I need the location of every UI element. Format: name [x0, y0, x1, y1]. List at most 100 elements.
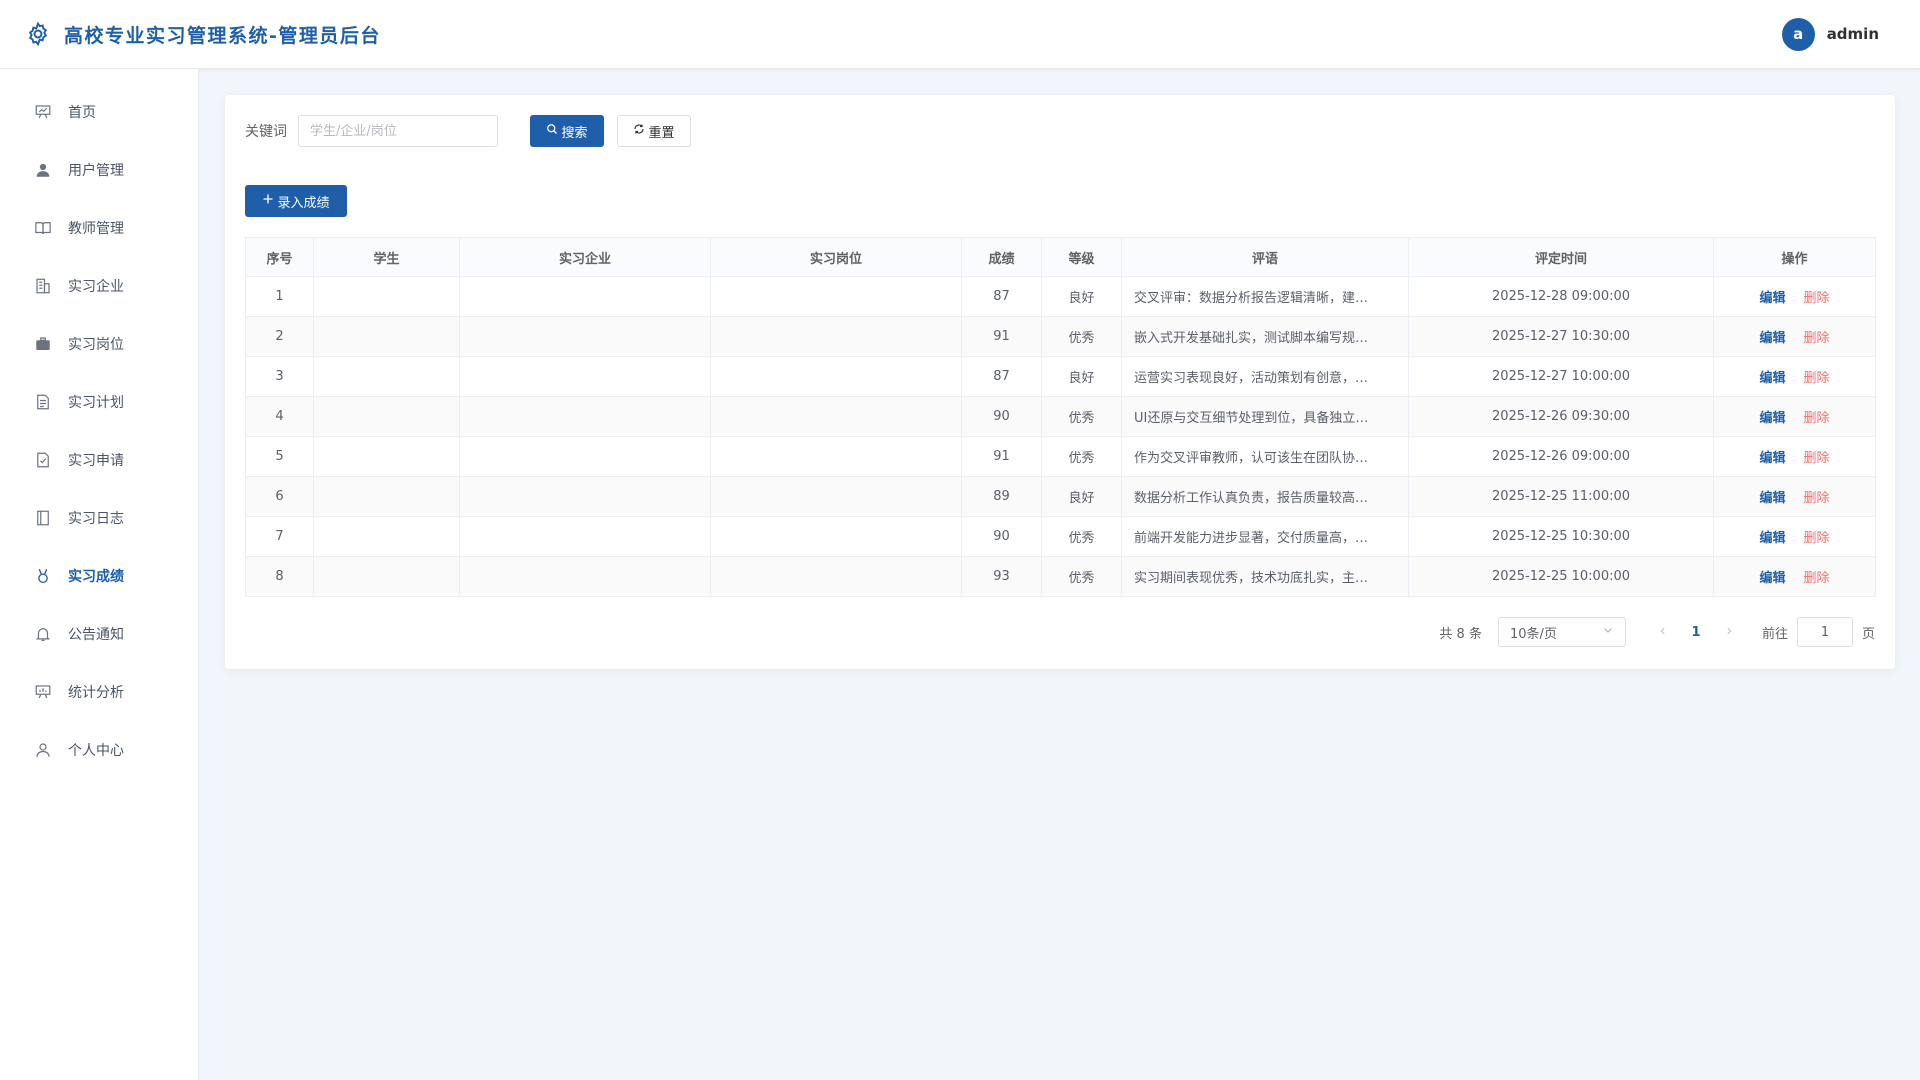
- plus-icon: [262, 193, 274, 209]
- delete-link[interactable]: 删除: [1804, 331, 1830, 346]
- sidebar-item-home[interactable]: 首页: [0, 83, 198, 141]
- checklist-icon: [34, 451, 52, 469]
- delete-link[interactable]: 删除: [1804, 491, 1830, 506]
- book-icon: [34, 219, 52, 237]
- refresh-icon: [633, 123, 645, 139]
- avatar[interactable]: a: [1781, 17, 1815, 51]
- sidebar-item-users[interactable]: 用户管理: [0, 141, 198, 199]
- building-icon: [34, 277, 52, 295]
- document-icon: [34, 393, 52, 411]
- add-score-button[interactable]: 录入成绩: [245, 185, 347, 217]
- cell-company: [459, 436, 711, 477]
- sidebar-item-profile[interactable]: 个人中心: [0, 721, 198, 779]
- column-header: 学生: [313, 237, 460, 277]
- delete-link[interactable]: 删除: [1804, 411, 1830, 426]
- cell-position: [710, 476, 962, 517]
- cell-grade: 良好: [1041, 476, 1122, 517]
- reset-button-label: 重置: [648, 125, 675, 141]
- sidebar-item-companies[interactable]: 实习企业: [0, 257, 198, 315]
- sidebar-item-label: 公告通知: [68, 627, 124, 643]
- edit-link[interactable]: 编辑: [1759, 291, 1785, 306]
- cell-position: [710, 516, 962, 557]
- cell-comment: 前端开发能力进步显著，交付质量高，…: [1121, 516, 1409, 557]
- cell-company: [459, 276, 711, 317]
- sidebar-item-scores[interactable]: 实习成绩: [0, 547, 198, 605]
- edit-link[interactable]: 编辑: [1759, 371, 1785, 386]
- search-button[interactable]: 搜索: [530, 115, 604, 147]
- page-number-current[interactable]: 1: [1678, 625, 1714, 640]
- cell-no: 4: [245, 396, 314, 437]
- cell-comment: 交叉评审：数据分析报告逻辑清晰，建…: [1121, 276, 1409, 317]
- cell-score: 89: [961, 476, 1042, 517]
- app-title: 高校专业实习管理系统-管理员后台: [64, 24, 381, 47]
- prev-page-button[interactable]: [1648, 624, 1678, 640]
- cell-no: 6: [245, 476, 314, 517]
- goto-page-input[interactable]: [1796, 617, 1853, 647]
- cell-actions: 编辑 删除: [1713, 276, 1876, 317]
- sidebar-item-positions[interactable]: 实习岗位: [0, 315, 198, 373]
- delete-link[interactable]: 删除: [1804, 571, 1830, 586]
- cell-student: [313, 276, 460, 317]
- cell-student: [313, 476, 460, 517]
- cell-score: 91: [961, 316, 1042, 357]
- cell-score: 90: [961, 396, 1042, 437]
- edit-link[interactable]: 编辑: [1759, 491, 1785, 506]
- sidebar-item-logs[interactable]: 实习日志: [0, 489, 198, 547]
- cell-time: 2025-12-28 09:00:00: [1408, 276, 1714, 317]
- sidebar-item-applications[interactable]: 实习申请: [0, 431, 198, 489]
- bell-icon: [34, 625, 52, 643]
- delete-link[interactable]: 删除: [1804, 291, 1830, 306]
- keyword-input[interactable]: [298, 115, 498, 147]
- total-count: 共 8 条: [1439, 626, 1482, 642]
- reset-button[interactable]: 重置: [617, 115, 691, 147]
- table-row: 3 87 良好 运营实习表现良好，活动策划有创意，… 2025-12-27 10…: [245, 356, 1876, 397]
- sidebar-item-statistics[interactable]: 统计分析: [0, 663, 198, 721]
- sidebar-item-label: 实习成绩: [68, 569, 124, 585]
- edit-link[interactable]: 编辑: [1759, 571, 1785, 586]
- delete-link[interactable]: 删除: [1804, 371, 1830, 386]
- cell-no: 5: [245, 436, 314, 477]
- cell-time: 2025-12-25 11:00:00: [1408, 476, 1714, 517]
- sidebar-item-notices[interactable]: 公告通知: [0, 605, 198, 663]
- sidebar-item-label: 实习申请: [68, 453, 124, 469]
- cell-comment: UI还原与交互细节处理到位，具备独立…: [1121, 396, 1409, 437]
- sidebar-item-label: 个人中心: [68, 743, 124, 759]
- sidebar-item-teachers[interactable]: 教师管理: [0, 199, 198, 257]
- sidebar-item-label: 教师管理: [68, 221, 124, 237]
- edit-link[interactable]: 编辑: [1759, 451, 1785, 466]
- cell-student: [313, 436, 460, 477]
- edit-link[interactable]: 编辑: [1759, 331, 1785, 346]
- cell-no: 1: [245, 276, 314, 317]
- cell-position: [710, 556, 962, 597]
- table-row: 2 91 优秀 嵌入式开发基础扎实，测试脚本编写规… 2025-12-27 10…: [245, 316, 1876, 357]
- delete-link[interactable]: 删除: [1804, 531, 1830, 546]
- cell-position: [710, 396, 962, 437]
- cell-actions: 编辑 删除: [1713, 516, 1876, 557]
- cell-score: 87: [961, 276, 1042, 317]
- add-score-button-label: 录入成绩: [277, 195, 330, 211]
- chart-board-icon: [34, 683, 52, 701]
- main-card: 关键词 搜索 重置 录入成绩: [225, 95, 1895, 669]
- cell-student: [313, 516, 460, 557]
- cell-score: 91: [961, 436, 1042, 477]
- cell-actions: 编辑 删除: [1713, 396, 1876, 437]
- edit-link[interactable]: 编辑: [1759, 531, 1785, 546]
- chevron-left-icon: [1660, 627, 1665, 635]
- cell-student: [313, 396, 460, 437]
- cell-no: 2: [245, 316, 314, 357]
- cell-student: [313, 356, 460, 397]
- cell-actions: 编辑 删除: [1713, 556, 1876, 597]
- cell-student: [313, 316, 460, 357]
- page-size-select[interactable]: 10条/页: [1497, 617, 1626, 647]
- cell-comment: 作为交叉评审教师，认可该生在团队协…: [1121, 436, 1409, 477]
- username[interactable]: admin: [1827, 25, 1879, 43]
- sidebar-item-label: 实习岗位: [68, 337, 124, 353]
- column-header: 实习岗位: [710, 237, 962, 277]
- edit-link[interactable]: 编辑: [1759, 411, 1785, 426]
- cell-company: [459, 396, 711, 437]
- sidebar-item-plans[interactable]: 实习计划: [0, 373, 198, 431]
- delete-link[interactable]: 删除: [1804, 451, 1830, 466]
- cell-company: [459, 516, 711, 557]
- user-menu[interactable]: a admin: [1781, 17, 1895, 51]
- next-page-button[interactable]: [1714, 624, 1744, 640]
